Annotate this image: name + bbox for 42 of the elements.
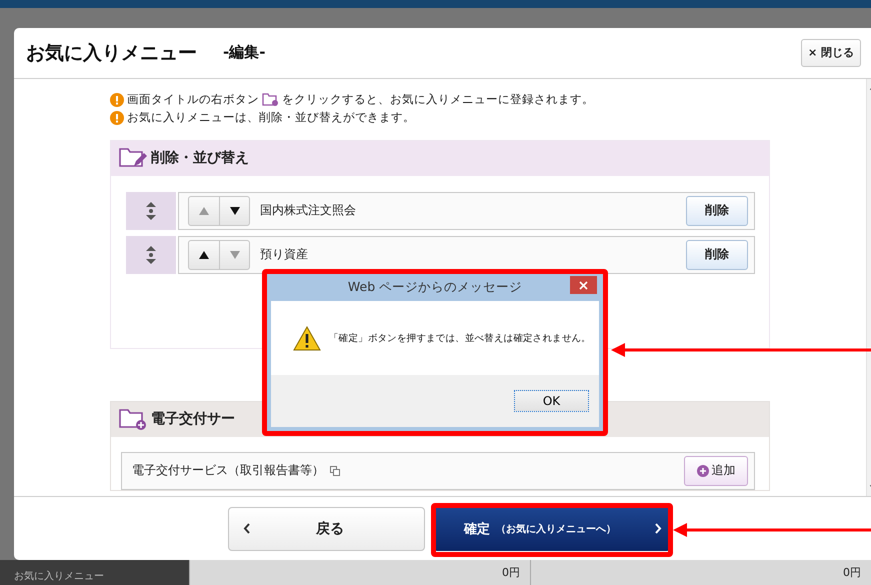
amount-text: 0円: [502, 565, 520, 580]
back-button[interactable]: 戻る: [228, 506, 425, 551]
note-text: をクリックすると、お気に入りメニューに登録されます。: [282, 92, 594, 108]
drag-handle[interactable]: [126, 236, 176, 274]
note-text: お気に入りメニューは、削除・並び替えができます。: [127, 110, 415, 126]
drag-icon: [145, 202, 157, 220]
ok-button[interactable]: OK: [514, 390, 589, 412]
amount-text: 0円: [843, 565, 861, 580]
folder-plus-icon: [262, 93, 279, 106]
dialog-title: お気に入りメニュー: [26, 40, 197, 66]
warning-icon: [293, 326, 321, 350]
folder-plus-icon: [119, 408, 147, 430]
menu-item-label: 電子交付サービス（取引報告書等）: [132, 462, 324, 480]
message-text: 「確定」ボタンを押すまでは、並べ替えは確定されません。: [329, 332, 591, 344]
menu-label: お気に入りメニュー: [14, 570, 104, 583]
up-triangle-icon: [199, 206, 209, 215]
section-title: 削除・並び替え: [151, 149, 249, 168]
menu-item-label: 国内株式注文照会: [260, 202, 356, 220]
note-text: 画面タイトルの右ボタン: [127, 92, 259, 108]
plus-icon: [696, 464, 708, 477]
menu-item-label: 預り資産: [260, 246, 308, 264]
confirm-button[interactable]: 確定 （お気に入りメニューへ）: [434, 506, 670, 551]
add-button[interactable]: 追加: [684, 456, 748, 486]
message-box-title: Web ページからのメッセージ: [348, 279, 522, 296]
up-triangle-icon: [199, 250, 209, 259]
drag-icon: [145, 246, 157, 264]
close-button[interactable]: [570, 276, 597, 294]
close-icon: [579, 280, 588, 290]
section-title: 電子交付サー: [151, 410, 235, 428]
chevron-right-icon: [655, 522, 662, 534]
warning-icon: [110, 92, 124, 107]
close-button[interactable]: × 閉じる: [801, 38, 861, 67]
folder-pencil-icon: [119, 147, 147, 170]
delete-button[interactable]: 削除: [686, 196, 748, 226]
down-triangle-icon: [230, 250, 240, 259]
delete-button[interactable]: 削除: [686, 240, 748, 270]
drag-handle[interactable]: [126, 192, 176, 230]
window-icon: [330, 466, 340, 476]
chevron-left-icon: [243, 523, 250, 534]
dialog-subtitle: -編集-: [223, 43, 266, 62]
down-triangle-icon: [230, 206, 240, 215]
warning-icon: [110, 110, 124, 125]
